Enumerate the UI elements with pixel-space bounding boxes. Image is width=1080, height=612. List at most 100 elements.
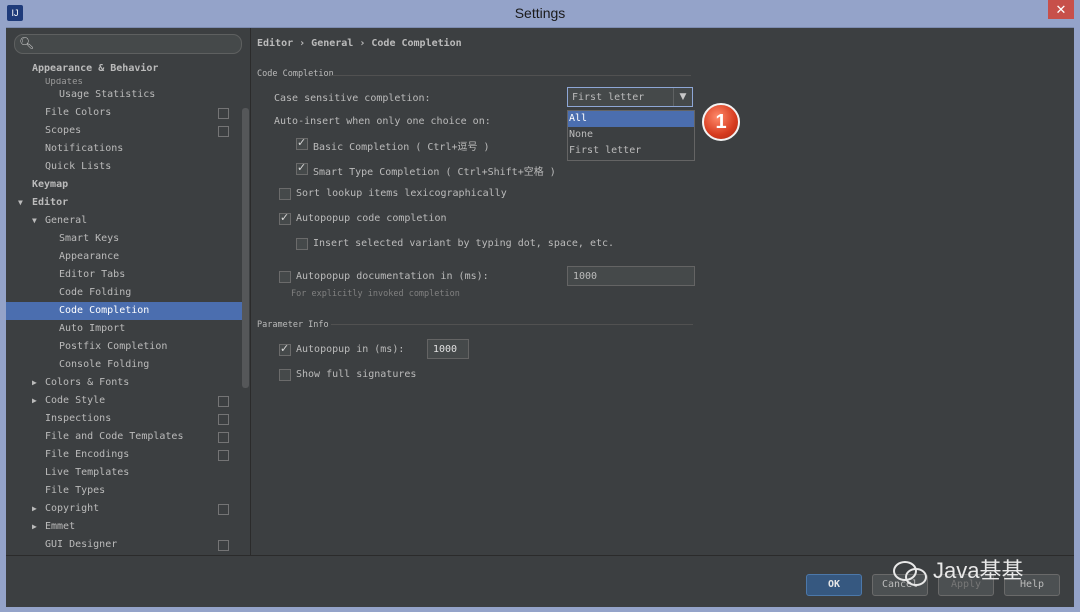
collapsed-arrow-icon[interactable]: ▶ — [32, 392, 37, 410]
sidebar-item-auto-import[interactable]: Auto Import — [6, 320, 242, 338]
dropdown-option-all[interactable]: All — [568, 111, 694, 127]
sidebar-item-label: Updates — [45, 78, 83, 86]
sidebar-item-keymap[interactable]: Keymap — [6, 176, 242, 194]
autopopup-doc-input[interactable]: 1000 — [567, 266, 695, 286]
collapsed-arrow-icon[interactable]: ▶ — [32, 518, 37, 536]
expanded-arrow-icon[interactable]: ▼ — [18, 194, 23, 212]
project-scope-icon — [218, 414, 229, 425]
sidebar-item-notifications[interactable]: Notifications — [6, 140, 242, 158]
sidebar-item-colors-fonts[interactable]: ▶ Colors & Fonts — [6, 374, 242, 392]
basic-completion-checkbox[interactable] — [296, 136, 308, 150]
sidebar-item-copyright[interactable]: ▶ Copyright — [6, 500, 242, 518]
autopopup-completion-checkbox[interactable] — [279, 211, 291, 225]
insert-selected-variant-checkbox[interactable] — [296, 238, 308, 250]
window-frame-right — [1074, 27, 1080, 612]
autopopup-doc-hint: For explicitly invoked completion — [291, 289, 460, 299]
sidebar-item-appearance-behavior[interactable]: Appearance & Behavior — [6, 60, 242, 78]
sidebar-item-smart-keys[interactable]: Smart Keys — [6, 230, 242, 248]
sidebar-item-inspections[interactable]: Inspections — [6, 410, 242, 428]
ok-button[interactable]: OK — [806, 574, 862, 596]
param-autopopup-input[interactable]: 1000 — [427, 339, 469, 359]
sort-lookup-checkbox[interactable] — [279, 188, 291, 200]
sidebar-item-usage-statistics[interactable]: Usage Statistics — [6, 86, 242, 104]
sidebar-item-label: Editor — [32, 197, 69, 208]
smart-type-completion-checkbox[interactable] — [296, 161, 308, 175]
auto-insert-label: Auto-insert when only one choice on: — [274, 116, 491, 127]
project-scope-icon — [218, 396, 229, 407]
search-input[interactable]: 🔍︎ — [14, 34, 242, 54]
annotation-badge: 1 — [702, 103, 740, 141]
sidebar-item-label: Smart Keys — [59, 233, 120, 244]
autopopup-doc-checkbox[interactable] — [279, 271, 291, 283]
close-button[interactable]: ✕ — [1048, 0, 1074, 19]
sidebar-item-label: Emmet — [45, 521, 76, 532]
sidebar-item-live-templates[interactable]: Live Templates — [6, 464, 242, 482]
settings-sidebar: 🔍︎ Appearance & Behavior Updates Usage Sta… — [6, 28, 251, 555]
sidebar-item-label: Colors & Fonts — [45, 377, 130, 388]
search-icon: 🔍︎ — [19, 36, 35, 50]
sidebar-item-code-completion[interactable]: Code Completion — [6, 302, 242, 320]
sidebar-item-quick-lists[interactable]: Quick Lists — [6, 158, 242, 176]
sidebar-item-postfix-completion[interactable]: Postfix Completion — [6, 338, 242, 356]
expanded-arrow-icon[interactable]: ▼ — [32, 212, 37, 230]
sidebar-item-appearance[interactable]: Appearance — [6, 248, 242, 266]
show-full-signatures-checkbox[interactable] — [279, 369, 291, 381]
sidebar-item-gui-designer[interactable]: GUI Designer — [6, 536, 242, 554]
sidebar-scrollbar[interactable] — [242, 108, 249, 388]
project-scope-icon — [218, 126, 229, 137]
param-autopopup-value: 1000 — [433, 344, 458, 355]
autopopup-doc-label: Autopopup documentation in (ms): — [296, 271, 489, 282]
sidebar-item-label: File Colors — [45, 107, 112, 118]
project-scope-icon — [218, 108, 229, 119]
sort-lookup-label: Sort lookup items lexicographically — [296, 188, 507, 199]
settings-tree: Appearance & Behavior Updates Usage Statis… — [6, 60, 242, 554]
dropdown-option-none[interactable]: None — [568, 127, 694, 143]
param-autopopup-checkbox[interactable] — [279, 342, 291, 356]
sidebar-item-label: File and Code Templates — [45, 431, 184, 442]
window-title: Settings — [514, 5, 566, 21]
insert-selected-variant-label: Insert selected variant by typing dot, s… — [313, 238, 615, 249]
collapsed-arrow-icon[interactable]: ▶ — [32, 500, 37, 518]
sidebar-item-scopes[interactable]: Scopes — [6, 122, 242, 140]
wechat-icon — [893, 559, 927, 587]
settings-content: Editor › General › Code Completion Code … — [251, 28, 1074, 555]
sidebar-item-label: Inspections — [45, 413, 112, 424]
case-sensitive-dropdown[interactable]: First letter ▼ — [567, 87, 693, 107]
case-sensitive-options: All None First letter — [567, 110, 695, 161]
project-scope-icon — [218, 450, 229, 461]
section-title-code-completion: Code Completion — [257, 69, 334, 79]
sidebar-item-editor-tabs[interactable]: Editor Tabs — [6, 266, 242, 284]
sidebar-item-updates[interactable]: Updates — [6, 78, 242, 86]
sidebar-item-file-colors[interactable]: File Colors — [6, 104, 242, 122]
sidebar-item-label: File Encodings — [45, 449, 130, 460]
watermark-text: Java基基 — [933, 558, 1024, 583]
sidebar-item-code-style[interactable]: ▶ Code Style — [6, 392, 242, 410]
section-divider — [331, 75, 691, 76]
sidebar-item-console-folding[interactable]: Console Folding — [6, 356, 242, 374]
project-scope-icon — [218, 432, 229, 443]
sidebar-item-editor[interactable]: ▼ Editor — [6, 194, 242, 212]
watermark: Java基基 — [893, 553, 1024, 587]
sidebar-item-label: Code Style — [45, 395, 106, 406]
sidebar-item-code-folding[interactable]: Code Folding — [6, 284, 242, 302]
sidebar-item-file-encodings[interactable]: File Encodings — [6, 446, 242, 464]
collapsed-arrow-icon[interactable]: ▶ — [32, 374, 37, 392]
sidebar-item-label: Code Completion — [59, 305, 150, 316]
title-bar: IJ Settings ✕ — [0, 0, 1080, 28]
project-scope-icon — [218, 540, 229, 551]
sidebar-item-label: Live Templates — [45, 467, 130, 478]
sidebar-item-file-types[interactable]: File Types — [6, 482, 242, 500]
param-autopopup-label: Autopopup in (ms): — [296, 344, 405, 355]
sidebar-item-emmet[interactable]: ▶ Emmet — [6, 518, 242, 536]
dropdown-option-first-letter[interactable]: First letter — [568, 143, 694, 159]
chevron-down-icon[interactable]: ▼ — [673, 88, 692, 106]
autopopup-doc-value: 1000 — [573, 271, 598, 282]
sidebar-item-general[interactable]: ▼ General — [6, 212, 242, 230]
sidebar-item-file-and-code-templates[interactable]: File and Code Templates — [6, 428, 242, 446]
sidebar-item-label: Auto Import — [59, 323, 126, 334]
breadcrumb: Editor › General › Code Completion — [257, 38, 462, 49]
sidebar-item-label: Code Folding — [59, 287, 132, 298]
case-sensitive-label: Case sensitive completion: — [274, 93, 431, 104]
sidebar-item-label: File Types — [45, 485, 106, 496]
project-scope-icon — [218, 504, 229, 515]
